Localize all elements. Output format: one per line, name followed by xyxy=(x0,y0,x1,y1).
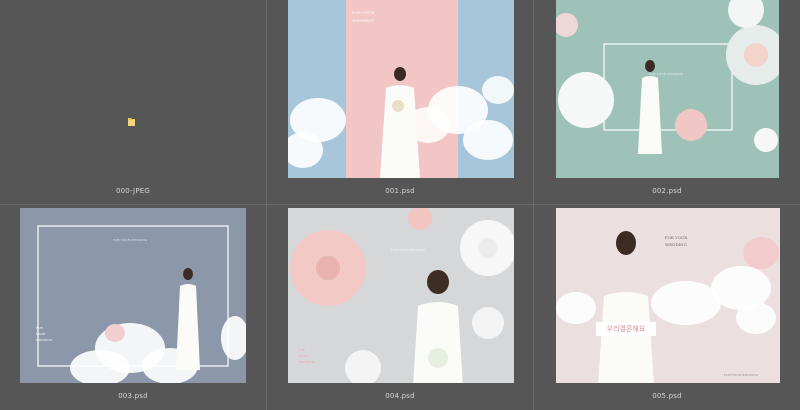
overlay-side: YOUR xyxy=(36,332,46,336)
file-item-004[interactable]: FOR YOUR WEDDING FOR YOUR WEDDING 004.ps… xyxy=(267,205,533,409)
file-item-003[interactable]: FOR YOUR WEDDING FOR YOUR WEDDING 003.ps… xyxy=(0,205,266,409)
thumbnail-001: FOR YOUR WEDDING FOR YOUR WEDDING xyxy=(288,0,514,178)
file-item-000-jpeg[interactable]: 000-JPEG xyxy=(0,0,266,204)
file-item-005[interactable]: FOR YOUR WEDDING 우리결혼해요 FOR YOUR WEDDING… xyxy=(534,205,800,409)
file-name: 001.psd xyxy=(385,187,415,195)
file-item-002[interactable]: FOR YOUR WEDDING 002.psd xyxy=(534,0,800,204)
file-name: 002.psd xyxy=(652,187,682,195)
overlay-caption: FOR YOUR WEDDING xyxy=(723,373,759,377)
thumbnail-005: FOR YOUR WEDDING 우리결혼해요 FOR YOUR WEDDING xyxy=(556,208,780,383)
file-name: 000-JPEG xyxy=(115,187,150,195)
thumbnail-002: FOR YOUR WEDDING xyxy=(556,0,779,178)
file-item-001[interactable]: FOR YOUR WEDDING FOR YOUR WEDDING 001.ps… xyxy=(267,0,533,204)
file-name: 005.psd xyxy=(652,392,682,400)
file-name: 003.psd xyxy=(118,392,148,400)
overlay-title: FOR YOUR WEDDING xyxy=(648,72,684,76)
banner-text: 우리결혼해요 xyxy=(606,325,646,333)
overlay-side: WEDDING xyxy=(298,360,315,364)
thumbnail-003: FOR YOUR WEDDING FOR YOUR WEDDING xyxy=(20,208,246,383)
overlay-side: FOR xyxy=(298,348,305,352)
file-grid: 000-JPEG FOR YOUR WEDDING FOR YOUR WEDDI… xyxy=(0,0,800,410)
overlay-side: WEDDING xyxy=(36,338,53,342)
overlay-title: FOR YOUR WEDDING xyxy=(112,238,148,242)
folder-icon xyxy=(128,113,135,126)
overlay-caption: FOR YOUR WEDDING xyxy=(385,168,421,172)
overlay-side: FOR xyxy=(36,326,43,330)
overlay-title: FOR YOUR xyxy=(351,10,375,15)
overlay-side: YOUR xyxy=(298,354,308,358)
overlay-title: FOR YOUR WEDDING xyxy=(390,248,426,252)
overlay-title: FOR YOUR xyxy=(664,235,688,240)
thumbnail-004: FOR YOUR WEDDING FOR YOUR WEDDING xyxy=(288,208,514,383)
file-name: 004.psd xyxy=(385,392,415,400)
overlay-title: WEDDING xyxy=(665,242,687,247)
overlay-title: WEDDING xyxy=(352,18,374,23)
